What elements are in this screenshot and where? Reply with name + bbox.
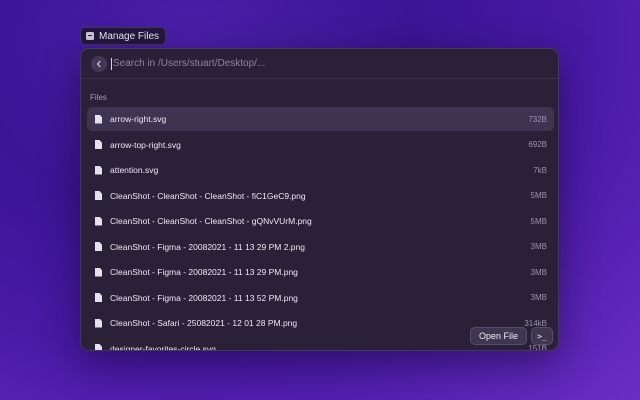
command-chip: Manage Files (80, 27, 167, 45)
chip-label: Manage Files (99, 30, 160, 42)
section-header: Files (90, 93, 107, 102)
file-browser-panel: Files arrow-right.svg 732B arrow-top-right… (80, 48, 559, 351)
folder-icon (86, 32, 94, 40)
file-icon (95, 165, 102, 175)
file-name: CleanShot - Figma - 20082021 - 11 13 52 … (110, 292, 298, 303)
back-button[interactable] (91, 55, 107, 72)
file-icon (95, 344, 102, 350)
file-row[interactable]: attention.svg 7kB (87, 158, 554, 182)
file-icon (95, 191, 102, 200)
file-name: CleanShot - CleanShot - CleanShot - gQNv… (110, 216, 312, 226)
file-icon (95, 114, 102, 124)
file-name: CleanShot - Figma - 20082021 - 11 13 29 … (110, 267, 298, 277)
file-size: 5MB (530, 216, 547, 226)
file-size: 3MB (530, 267, 547, 277)
search-bar (81, 49, 558, 79)
file-name: arrow-top-right.svg (110, 139, 181, 150)
file-size: 692B (528, 140, 547, 149)
file-name: arrow-right.svg (110, 114, 167, 124)
file-row[interactable]: CleanShot - CleanShot - CleanShot - fiC1… (87, 184, 554, 208)
file-icon (95, 242, 102, 251)
search-input[interactable] (113, 53, 558, 74)
file-name: CleanShot - Safari - 25082021 - 12 01 28… (110, 318, 298, 328)
file-icon (95, 267, 102, 277)
file-size: 3MB (530, 293, 547, 302)
file-size: 151B (528, 344, 547, 351)
file-row[interactable]: arrow-right.svg 732B (87, 107, 554, 131)
file-row[interactable]: arrow-top-right.svg 692B (87, 133, 554, 157)
file-name: CleanShot - CleanShot - CleanShot - fiC1… (110, 190, 306, 201)
file-row[interactable]: CleanShot - Figma - 20082021 - 11 13 29 … (87, 235, 554, 259)
file-icon (95, 293, 102, 302)
file-icon (95, 318, 102, 328)
file-size: 7kB (533, 165, 547, 175)
file-row[interactable]: CleanShot - Figma - 20082021 - 11 13 29 … (87, 260, 554, 284)
text-caret (111, 57, 112, 70)
action-bar: Open File >_ (469, 327, 553, 345)
file-size: 5MB (530, 191, 547, 200)
chevron-left-icon (96, 60, 101, 67)
file-size: 3MB (530, 242, 547, 251)
terminal-button[interactable]: >_ (531, 327, 553, 345)
file-name: CleanShot - Figma - 20082021 - 11 13 29 … (110, 241, 305, 252)
file-row[interactable]: CleanShot - CleanShot - CleanShot - gQNv… (87, 209, 554, 233)
file-icon (95, 216, 102, 226)
open-file-button[interactable]: Open File (469, 327, 527, 345)
file-icon (95, 140, 102, 149)
file-size: 732B (528, 114, 547, 124)
file-row[interactable]: CleanShot - Figma - 20082021 - 11 13 52 … (87, 286, 554, 310)
file-name: designer-favorites-circle.svg (110, 343, 216, 351)
file-name: attention.svg (110, 165, 159, 175)
